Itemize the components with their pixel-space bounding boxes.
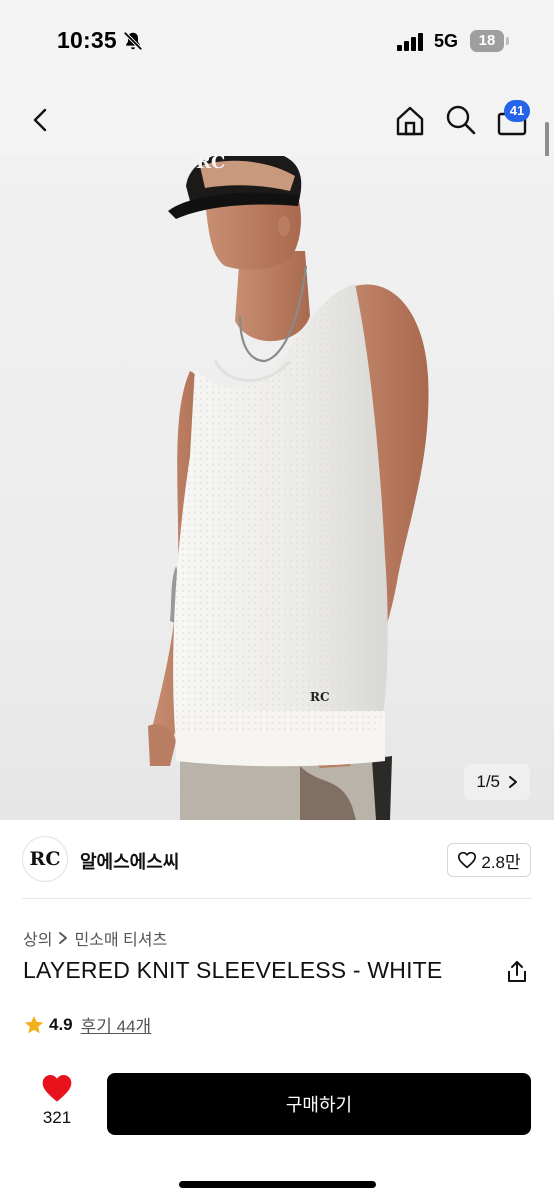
buy-button[interactable]: 구매하기 [107, 1073, 531, 1135]
battery-level: 18 [470, 30, 504, 52]
wish-button[interactable] [34, 1073, 80, 1108]
signal-icon [397, 33, 423, 51]
brand-name[interactable]: 알에스에스씨 [80, 848, 179, 874]
top-nav: 41 [0, 84, 554, 156]
rating-row: 4.9 후기 44개 [23, 1012, 151, 1037]
chevron-right-icon [59, 932, 68, 944]
category-sub[interactable]: 민소매 티셔츠 [74, 926, 167, 950]
rating-value: 4.9 [49, 1014, 73, 1034]
chevron-left-icon[interactable] [26, 106, 54, 134]
status-time: 10:35 [57, 27, 117, 53]
home-indicator [179, 1181, 376, 1188]
heart-filled-icon [42, 1075, 72, 1102]
home-icon[interactable] [393, 104, 427, 138]
divider [22, 898, 532, 899]
brand-like-button[interactable]: 2.8만 [447, 843, 531, 877]
star-icon [24, 1015, 44, 1033]
image-counter-text: 1/5 [476, 772, 500, 791]
status-bar: 10:35 5G 18 [0, 0, 554, 84]
brand-row[interactable]: RC 알에스에스씨 2.8만 [0, 820, 554, 900]
cart-count-badge: 41 [504, 100, 530, 122]
category-top[interactable]: 상의 [23, 926, 52, 950]
category-breadcrumb: 상의 민소매 티셔츠 [23, 926, 167, 950]
product-title: LAYERED KNIT SLEEVELESS - WHITE [23, 957, 443, 983]
heart-outline-icon [458, 851, 477, 869]
brand-like-count: 2.8만 [481, 852, 521, 872]
cap-logo: RC [196, 156, 225, 173]
chevron-right-icon [509, 776, 517, 788]
network-type: 5G [434, 31, 459, 51]
brand-logo[interactable]: RC [22, 836, 68, 882]
product-image[interactable]: RC RC 1/5 [0, 156, 554, 820]
review-count-link[interactable]: 후기 44개 [81, 1012, 152, 1037]
wish-count: 321 [42, 1108, 72, 1127]
shirt-logo: RC [310, 690, 330, 704]
battery-tip [506, 37, 509, 45]
image-counter[interactable]: 1/5 [464, 764, 530, 800]
share-icon[interactable] [506, 960, 528, 984]
model-photo: RC RC [148, 156, 429, 820]
bell-slash-icon [123, 31, 143, 51]
search-icon[interactable] [445, 104, 477, 136]
